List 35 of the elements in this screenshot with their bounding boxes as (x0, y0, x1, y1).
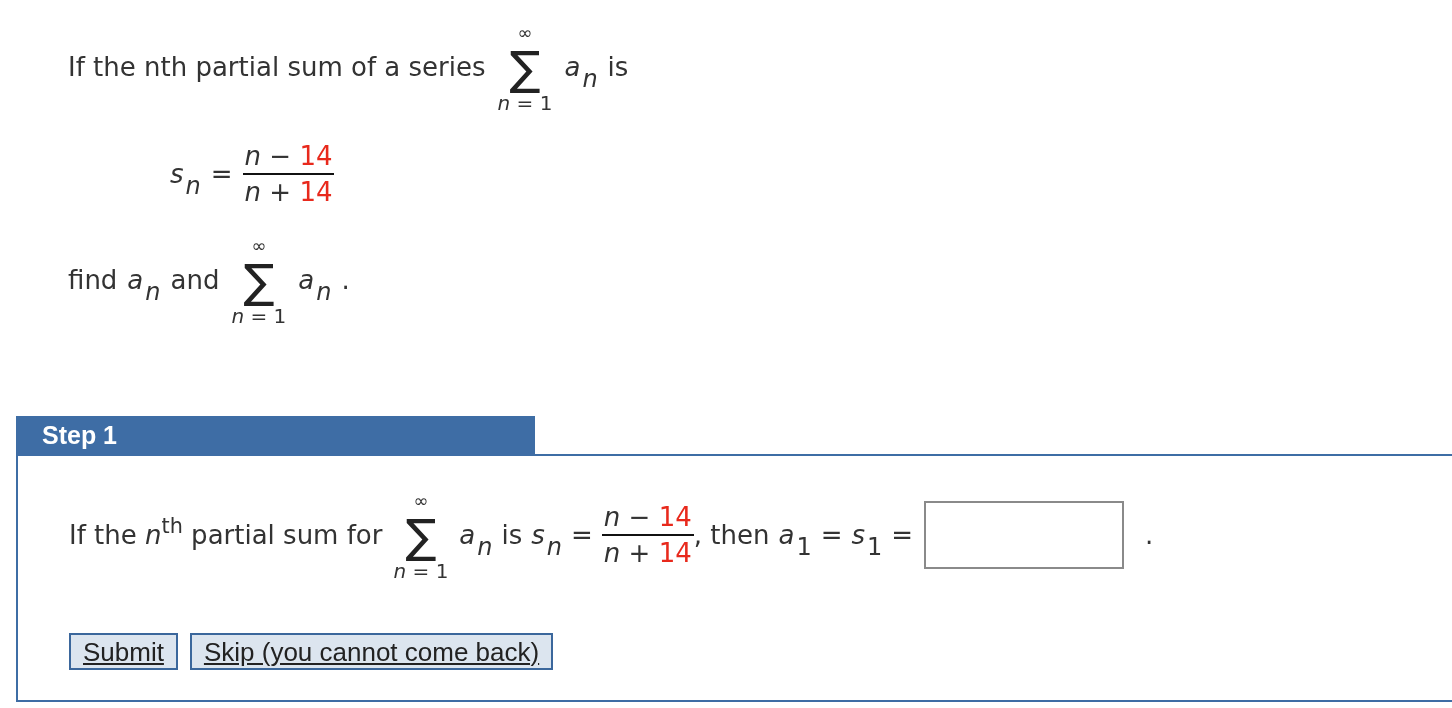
math-text: = (891, 518, 914, 552)
summation-sign: ∑ (405, 513, 437, 559)
math-variable: sn (170, 159, 201, 199)
answer-field[interactable] (924, 500, 1125, 569)
math-variable: sn (531, 519, 563, 560)
math-text: is (607, 50, 629, 84)
math-text: = (210, 158, 233, 191)
math-text: If the nth partial sum of a series (68, 50, 486, 84)
fraction-numerator: n − 14 (243, 140, 334, 173)
summation-sign: ∑ (509, 45, 541, 91)
skip-button[interactable]: Skip (you cannot come back) (189, 633, 554, 670)
math-variable: an (127, 264, 161, 305)
fraction-numerator: n − 14 (602, 500, 693, 534)
math-text: . (341, 263, 350, 297)
math-text: If the n$^{th}$ partial sum for (69, 512, 383, 552)
math-text: find (68, 263, 118, 297)
math-text: is (501, 518, 523, 552)
math-variable: a 1 (778, 519, 812, 560)
sum-upper-limit: ∞ (251, 237, 267, 255)
math-variable: an (564, 51, 598, 92)
math-variable: an (298, 264, 332, 305)
math-text: and (170, 263, 220, 297)
math-text: . (1145, 518, 1154, 552)
sum-upper-limit: ∞ (517, 24, 533, 42)
fraction-denominator: n + 14 (602, 536, 693, 570)
math-text: = (820, 518, 843, 552)
sum-upper-limit: ∞ (413, 492, 429, 510)
submit-button[interactable]: Submit (69, 633, 178, 670)
math-text: , then (693, 518, 770, 552)
math-variable: s1 (851, 519, 883, 560)
math-text: = (571, 518, 593, 552)
step-header: Step 1 (16, 416, 535, 454)
summation-sign: ∑ (243, 258, 275, 304)
fraction-denominator: n + 14 (243, 176, 334, 209)
math-variable: an (459, 519, 493, 560)
